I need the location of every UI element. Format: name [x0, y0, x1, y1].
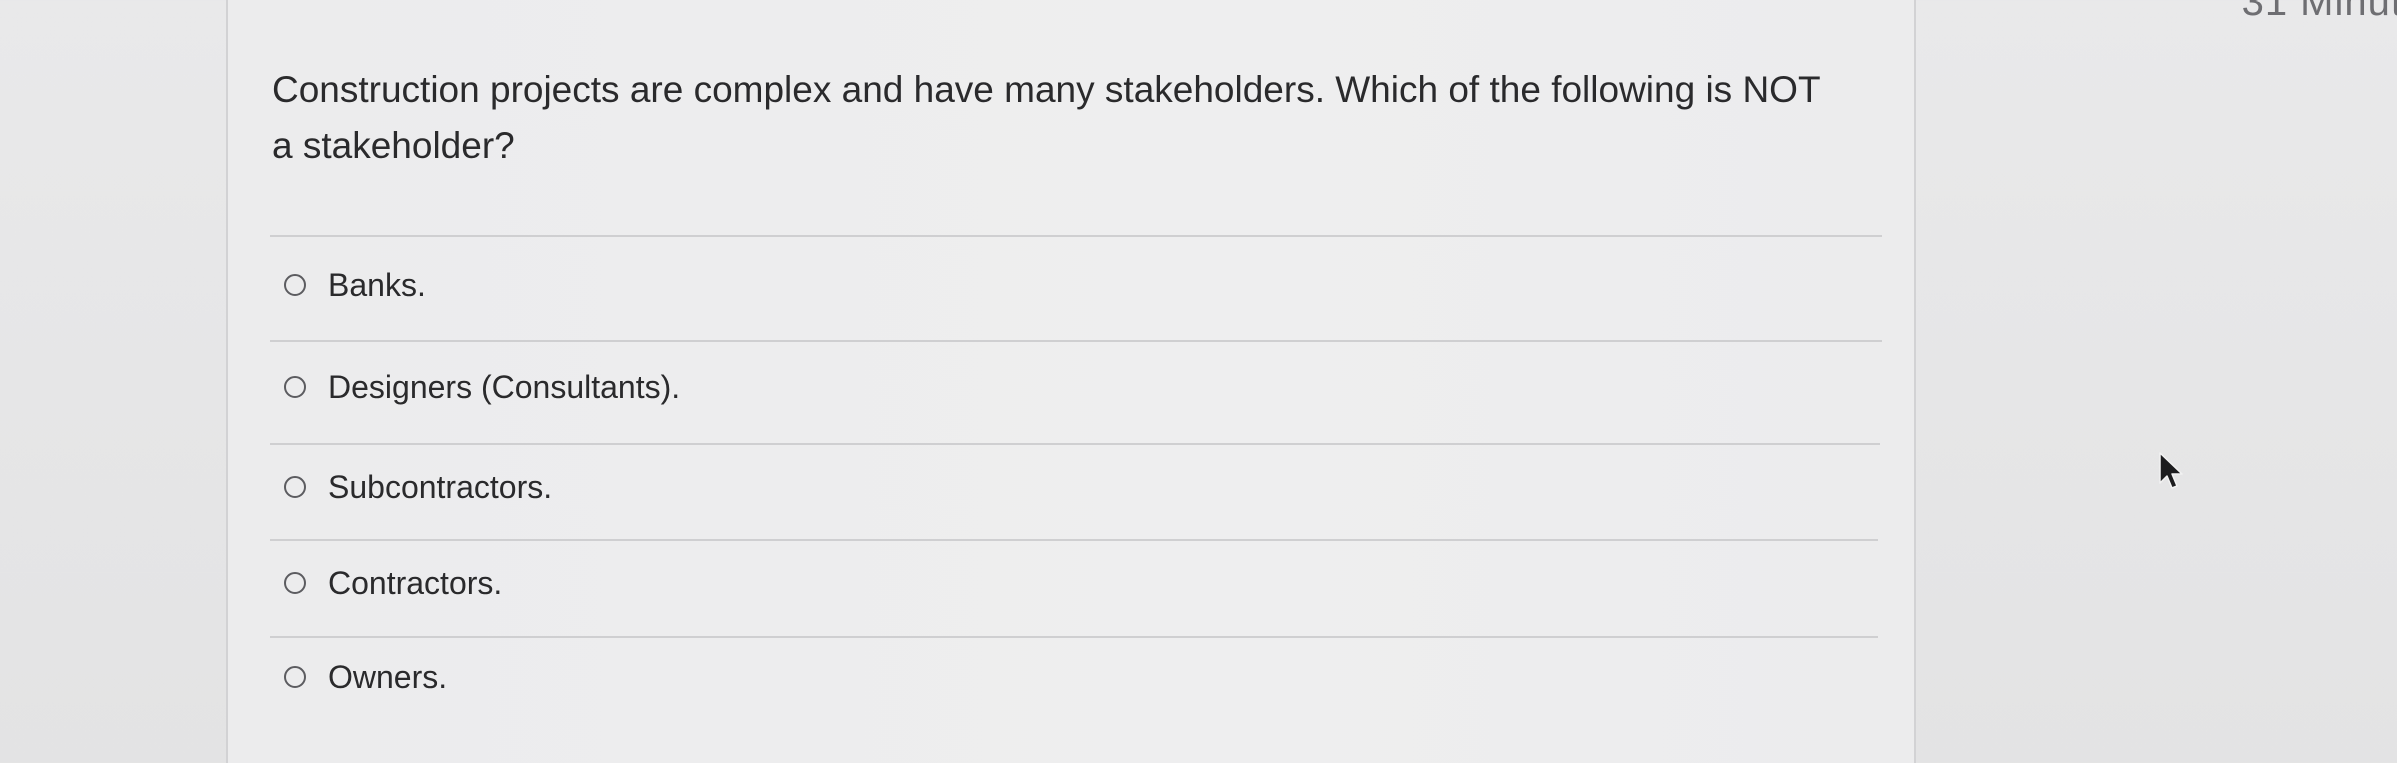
option-label: Contractors. [328, 564, 503, 601]
question-text: Construction projects are complex and ha… [272, 69, 1820, 166]
divider [270, 539, 1878, 541]
radio-button[interactable] [284, 274, 306, 296]
divider [270, 636, 1878, 638]
option-owners[interactable]: Owners. [284, 652, 447, 702]
divider [270, 235, 1882, 237]
option-banks[interactable]: Banks. [284, 260, 426, 310]
timer-text: 31 Minut [2241, 0, 2397, 24]
option-subcontractors[interactable]: Subcontractors. [284, 462, 552, 512]
option-label: Owners. [328, 658, 448, 695]
option-label: Banks. [328, 266, 426, 303]
radio-button[interactable] [284, 572, 306, 594]
radio-button[interactable] [284, 476, 306, 498]
option-designers[interactable]: Designers (Consultants). [284, 362, 680, 412]
option-label: Designers (Consultants). [328, 368, 681, 405]
option-contractors[interactable]: Contractors. [284, 558, 502, 608]
divider [270, 340, 1882, 342]
option-label: Subcontractors. [328, 468, 553, 505]
radio-button[interactable] [284, 666, 306, 688]
mouse-cursor-icon [2159, 452, 2183, 489]
divider [270, 443, 1880, 445]
radio-button[interactable] [284, 376, 306, 398]
